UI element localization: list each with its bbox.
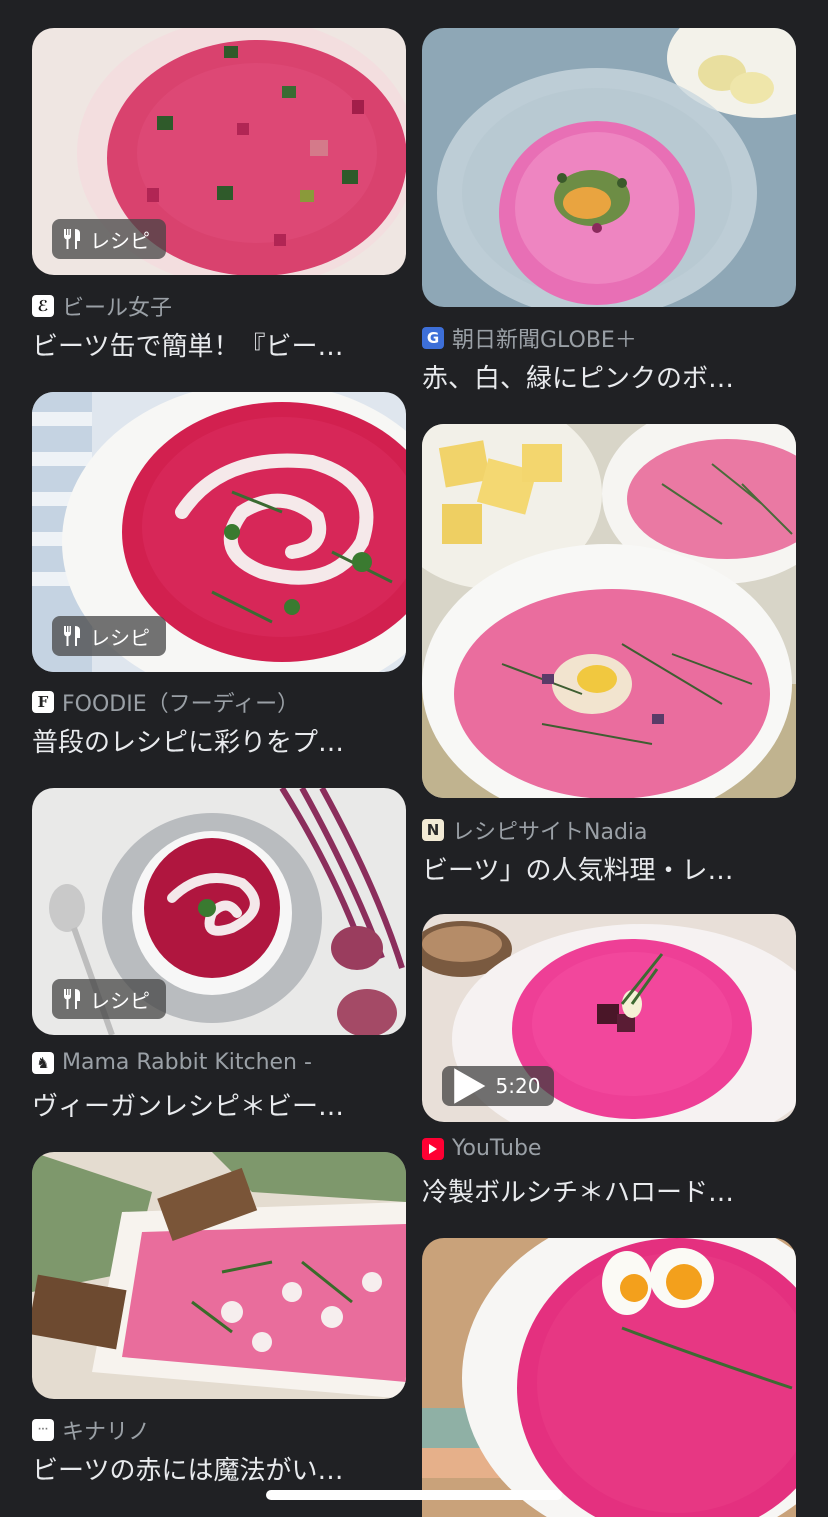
result-source-label: キナリノ [62, 1420, 151, 1445]
result-title[interactable]: ビーツの赤には魔法がい… [32, 1450, 406, 1487]
nadia-n-icon: N [422, 819, 444, 841]
image-results-grid: レシピ ℰ ビール女子 ビーツ缶で簡単！『ビー… G 朝日新聞GLOBE＋ 赤、… [0, 0, 828, 1517]
video-duration-badge: 5:20 [442, 1066, 555, 1106]
result-source: ℰ ビール女子 [32, 290, 172, 322]
recipe-badge: レシピ [52, 219, 166, 259]
result-thumbnail[interactable] [422, 1238, 796, 1517]
result-title[interactable]: 赤、白、緑にピンクのボ… [422, 358, 796, 395]
beer-girl-icon: ℰ [32, 295, 54, 317]
result-thumbnail[interactable]: レシピ [32, 28, 406, 275]
result-thumbnail[interactable] [422, 28, 796, 307]
result-source: ♞ Mama Rabbit Kitchen - [32, 1050, 312, 1075]
recipe-badge-label: レシピ [90, 625, 150, 650]
result-title[interactable]: 冷製ボルシチ＊ハロード… [422, 1172, 796, 1209]
result-thumbnail[interactable] [32, 1152, 406, 1399]
result-thumbnail[interactable]: 5:20 [422, 914, 796, 1122]
fork-knife-icon [64, 626, 80, 646]
result-thumbnail[interactable] [422, 424, 796, 798]
recipe-badge: レシピ [52, 979, 166, 1019]
result-source-label: ビール女子 [62, 296, 173, 321]
result-source: G 朝日新聞GLOBE＋ [422, 322, 637, 354]
result-title[interactable]: ビーツ」の人気料理・レ… [422, 850, 796, 887]
result-thumbnail[interactable]: レシピ [32, 788, 406, 1035]
recipe-badge-label: レシピ [90, 228, 150, 253]
globe-g-icon: G [422, 327, 444, 349]
video-duration: 5:20 [495, 1074, 541, 1098]
fork-knife-icon [64, 989, 80, 1009]
youtube-icon [422, 1137, 444, 1160]
recipe-badge-label: レシピ [90, 988, 150, 1013]
foodie-f-icon: F [32, 691, 54, 713]
kinarino-icon: ··· [32, 1419, 54, 1441]
result-source-label: FOODIE（フーディー） [62, 692, 300, 717]
result-source: ··· キナリノ [32, 1414, 150, 1446]
home-indicator[interactable] [266, 1490, 562, 1500]
result-source: N レシピサイトNadia [422, 814, 648, 846]
result-source-label: YouTube [452, 1136, 542, 1161]
result-source-label: レシピサイトNadia [452, 820, 648, 845]
play-icon [454, 1068, 486, 1104]
rabbit-icon: ♞ [32, 1051, 54, 1074]
result-title[interactable]: ビーツ缶で簡単！『ビー… [32, 326, 406, 363]
result-source: F FOODIE（フーディー） [32, 686, 299, 718]
result-source: YouTube [422, 1136, 541, 1161]
result-title[interactable]: 普段のレシピに彩りをプ… [32, 722, 406, 759]
result-thumbnail[interactable]: レシピ [32, 392, 406, 672]
result-source-label: 朝日新聞GLOBE＋ [452, 328, 637, 353]
recipe-badge: レシピ [52, 616, 166, 656]
result-source-label: Mama Rabbit Kitchen - [62, 1050, 312, 1075]
result-title[interactable]: ヴィーガンレシピ＊ビー… [32, 1086, 406, 1123]
fork-knife-icon [64, 229, 80, 249]
